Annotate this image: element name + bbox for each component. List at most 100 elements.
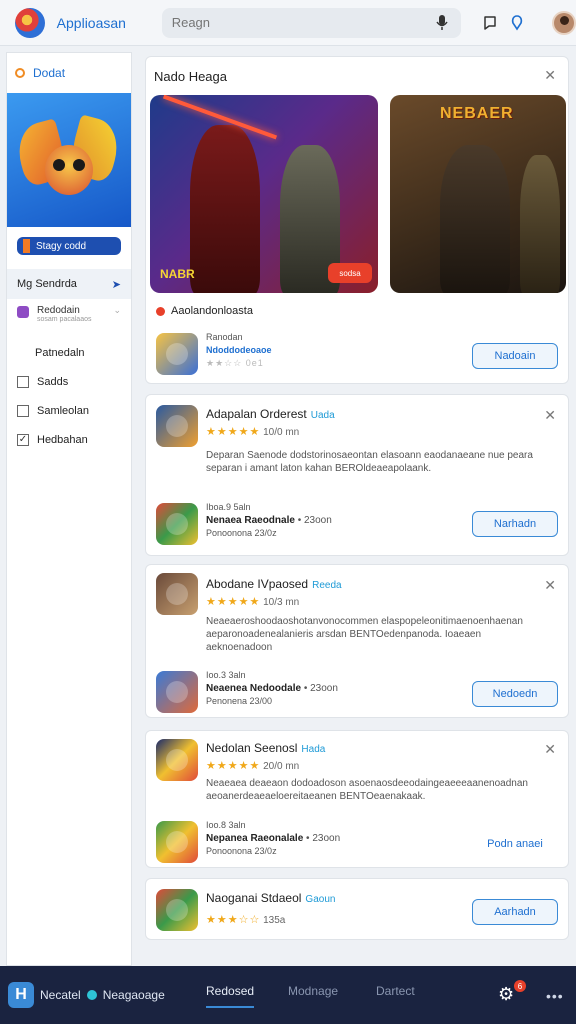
sub-meta-text: Ioo.8 3aln	[206, 820, 246, 830]
featured-app-button[interactable]: Nadoain	[472, 343, 558, 369]
top-bar: Applioasan	[0, 0, 576, 46]
checkbox[interactable]	[17, 375, 29, 388]
app-action-link[interactable]: Podn anaei	[472, 831, 558, 857]
app-action-button[interactable]: Nedoedn	[472, 681, 558, 707]
app-title: Abodane IVpaosed	[206, 577, 309, 591]
app-tag: Uada	[310, 410, 335, 421]
app-tag: Hada	[301, 744, 326, 755]
sub-meta-text: Iboa.9 5aln	[206, 502, 251, 512]
app-sub-meta: Iboa.9 5aln Nenaea Raeodnale • 23oon Pon…	[206, 501, 332, 540]
close-icon[interactable]: ✕	[544, 67, 556, 84]
sub-count: • 23oon	[306, 833, 341, 844]
brand-logo-icon[interactable]: H	[8, 982, 34, 1008]
app-rating-line: ★★★★★ 10/0 mn	[206, 425, 299, 438]
star-rating: ★★★★★	[206, 760, 261, 772]
hero-image-1-badge: NABR	[160, 267, 195, 281]
logo-icon[interactable]	[15, 7, 45, 38]
sidebar-sub-caption: sosam pacalaaos	[37, 316, 92, 323]
sidebar-item-plain[interactable]: Patnedaln	[7, 339, 131, 367]
sub-caption: Penonena 23/00	[206, 696, 273, 706]
featured-label-text: Aaolandonloasta	[171, 305, 253, 317]
sidebar-banner-image[interactable]	[7, 93, 131, 227]
app-icon[interactable]	[156, 333, 198, 375]
app-icon[interactable]	[156, 889, 198, 931]
star-rating: ★★★★★	[206, 596, 261, 608]
sidebar-banner-button-label: Stagy codd	[36, 240, 87, 252]
sidebar-item-sub[interactable]: Redodain sosam pacalaaos ⌄	[7, 299, 131, 339]
brand-name: Necatel	[40, 988, 81, 1002]
status-dot-icon	[86, 990, 97, 1000]
sub-count: • 23oon	[303, 683, 338, 694]
app-icon[interactable]	[156, 503, 198, 545]
hero-image-1-button[interactable]: sodsa	[328, 263, 372, 283]
sub-caption: Ponoonona 23/0z	[206, 846, 277, 856]
bottom-bar: H Necatel Neagaoage Redosed Modnage Dart…	[0, 966, 576, 1024]
gear-icon[interactable]: ⚙ 6	[498, 980, 526, 1006]
sidebar-item-label: Mg Sendrda	[17, 278, 77, 290]
bottom-brand: Necatel Neagaoage	[40, 988, 165, 1002]
search-input[interactable]	[171, 15, 433, 30]
app-icon[interactable]	[156, 405, 198, 447]
app-action-button[interactable]: Aarhadn	[472, 899, 558, 925]
sidebar-heading[interactable]: Dodat	[7, 53, 131, 93]
brand-subname: Neagaoage	[102, 988, 165, 1002]
avatar[interactable]	[552, 10, 576, 35]
app-sub-meta: Ioo.8 3aln Nepanea Raeonalale • 23oon Po…	[206, 819, 340, 858]
chat-icon[interactable]	[479, 12, 501, 34]
checkbox-label: Sadds	[37, 375, 69, 388]
close-icon[interactable]: ✕	[544, 407, 556, 424]
app-icon[interactable]	[156, 739, 198, 781]
checkbox-label: Samleolan	[37, 404, 89, 417]
sidebar: Dodat Stagy codd Mg Sendrda ➤ Redodain s…	[6, 52, 132, 966]
featured-app-line2: Ndoddodeoaoe	[206, 345, 272, 355]
search-bar[interactable]	[161, 7, 461, 38]
app-description: Neaeaeroshoodaoshotanvonocommen elaspope…	[206, 616, 523, 653]
app-rating-line: ★★★★★ 20/0 mn	[206, 759, 299, 772]
more-icon[interactable]: •••	[546, 988, 564, 1004]
rating-text: 135a	[263, 915, 286, 926]
notification-icon[interactable]	[506, 12, 528, 34]
app-title-line: Nedolan Seenosl Hada	[206, 741, 325, 755]
sub-caption: Ponoonona 23/0z	[206, 528, 277, 538]
app-icon[interactable]	[156, 671, 198, 713]
close-icon[interactable]: ✕	[544, 577, 556, 594]
star-rating: ★★★☆☆	[206, 914, 261, 926]
hero-image-2[interactable]: NEBAER	[390, 95, 566, 293]
close-icon[interactable]: ✕	[544, 741, 556, 758]
app-title: Naoganai Stdaeol	[206, 891, 302, 905]
sidebar-banner-button[interactable]: Stagy codd	[17, 237, 121, 255]
shield-icon	[156, 306, 165, 316]
sidebar-checkbox-item[interactable]: Sadds	[7, 367, 131, 396]
rating-text: 20/0 mn	[263, 761, 300, 772]
app-card: Naoganai Stdaeol Gaoun ★★★☆☆ 135a Aarhadn	[145, 878, 569, 940]
app-sub-meta: Ioo.3 3aln Neaenea Nedoodale • 23oon Pen…	[206, 669, 338, 708]
hero-image-2-logo: NEBAER	[440, 105, 514, 122]
sidebar-checkbox-item[interactable]: Samleolan	[7, 396, 131, 425]
chevron-down-icon: ⌄	[113, 305, 121, 315]
sidebar-item-active[interactable]: Mg Sendrda ➤	[7, 269, 131, 299]
ring-icon	[15, 68, 25, 78]
app-tag: Reeda	[312, 580, 342, 591]
puzzle-icon	[17, 306, 29, 318]
app-description: Deparan Saenode dodstorinosaeontan elaso…	[206, 450, 533, 474]
tab-3[interactable]: Dartect	[376, 984, 415, 998]
app-card: ✕ Adapalan Orderest Uada ★★★★★ 10/0 mn De…	[145, 394, 569, 556]
app-title-line: Naoganai Stdaeol Gaoun	[206, 891, 335, 905]
app-card: ✕ Abodane IVpaosed Reeda ★★★★★ 10/3 mn Ne…	[145, 564, 569, 718]
tab-2[interactable]: Modnage	[288, 984, 338, 998]
checkbox-checked[interactable]: ✓	[17, 433, 29, 446]
microphone-icon[interactable]	[433, 14, 451, 32]
featured-app-meta: Ranodan Ndoddodeoaoe ★★☆☆ 0e1	[206, 331, 272, 370]
app-icon[interactable]	[156, 821, 198, 863]
app-icon[interactable]	[156, 573, 198, 615]
sidebar-checkbox-item[interactable]: ✓ Hedbahan	[7, 425, 131, 454]
app-rating-line: ★★★★★ 10/3 mn	[206, 595, 299, 608]
featured-app-rating: ★★☆☆ 0e1	[206, 358, 264, 368]
notification-badge: 6	[514, 980, 526, 992]
app-action-button[interactable]: Narhadn	[472, 511, 558, 537]
app-title: Adapalan Orderest	[206, 407, 307, 421]
tab-1[interactable]: Redosed	[206, 984, 255, 1008]
hero-image-1[interactable]: NABR sodsa	[150, 95, 378, 293]
checkbox[interactable]	[17, 404, 29, 417]
sidebar-sub-label: Redodain	[37, 305, 80, 316]
